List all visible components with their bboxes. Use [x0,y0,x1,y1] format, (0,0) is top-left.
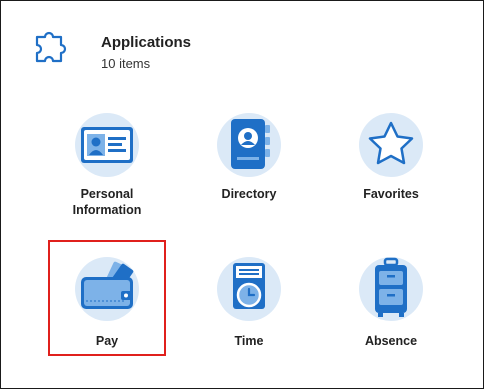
app-label: Personal Information [72,187,142,217]
app-tile-absence[interactable]: Absence [331,253,451,371]
app-label: Favorites [363,187,419,201]
puzzle-piece-icon [35,31,67,63]
app-tile-directory[interactable]: Directory [189,109,309,227]
app-tile-time[interactable]: Time [189,253,309,371]
app-tile-personal-information[interactable]: Personal Information [47,109,167,227]
star-icon [359,113,423,177]
wallet-icon [75,257,139,321]
app-tile-pay[interactable]: Pay [47,253,167,371]
app-label: Absence [364,334,418,348]
page-title: Applications [101,34,192,51]
applications-panel: Applications 10 items Personal Informatio… [0,0,484,389]
app-label: Time [234,334,264,348]
timesheet-clock-icon [217,257,281,321]
app-tile-favorites[interactable]: Favorites [331,109,451,227]
app-label: Directory [221,187,277,201]
suitcase-icon [359,257,423,321]
address-book-icon [217,113,281,177]
item-count: 10 items [101,56,151,71]
id-card-icon [75,113,139,177]
applications-header: Applications 10 items [31,25,431,77]
app-label: Pay [95,334,119,348]
